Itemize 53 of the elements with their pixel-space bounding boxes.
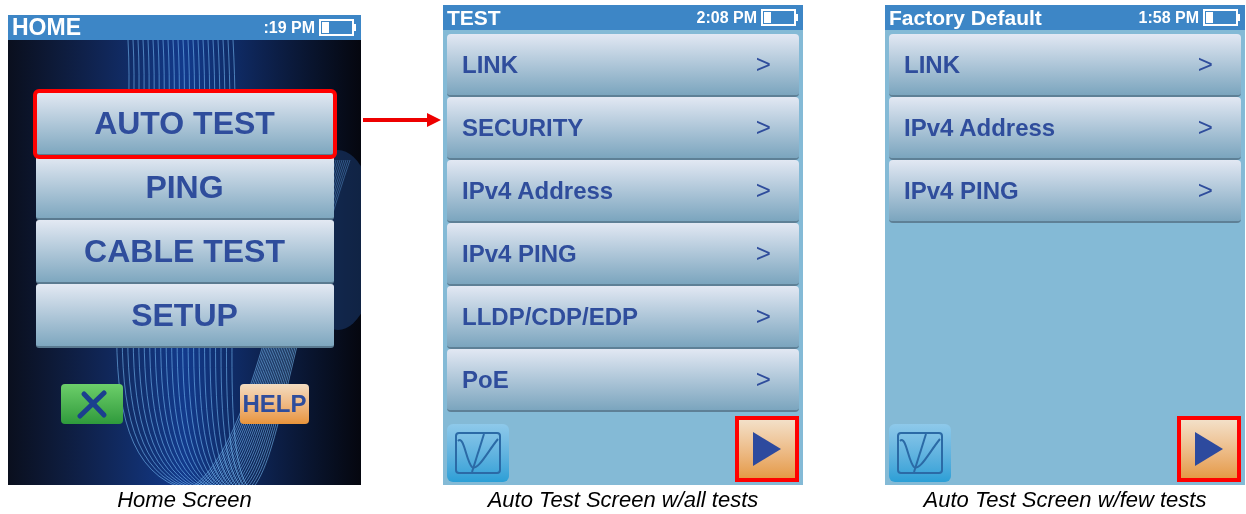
menu-button[interactable]: CABLE TEST (35, 220, 334, 284)
screen-caption: Auto Test Screen w/few tests (923, 486, 1207, 514)
screen-caption: Auto Test Screen w/all tests (487, 486, 759, 514)
screen-title: HOME (12, 16, 81, 39)
screen-title: TEST (447, 7, 501, 28)
help-button[interactable]: HELP (240, 384, 309, 424)
screen-caption: Home Screen (117, 486, 252, 514)
clock-time: 2:08 PM (696, 9, 757, 26)
chevron: > (755, 48, 771, 81)
graph-button[interactable] (889, 424, 951, 482)
test-name: IPv4 PING (904, 175, 1019, 206)
battery-icon (319, 19, 357, 36)
test-list-item[interactable]: IPv4 PING > (889, 160, 1241, 223)
chevron: > (755, 237, 771, 270)
test-list-item[interactable]: PoE > (447, 349, 799, 412)
chevron: > (755, 174, 771, 207)
battery-icon (761, 9, 799, 26)
play-icon (751, 430, 783, 468)
test-name: LINK (462, 49, 518, 80)
test-list-item[interactable]: IPv4 Address > (447, 160, 799, 223)
chevron: > (1197, 174, 1213, 207)
menu-button[interactable]: PING (35, 156, 334, 220)
chevron: > (1197, 111, 1213, 144)
test-name: LLDP/CDP/EDP (462, 301, 638, 332)
graph-icon (896, 431, 944, 475)
test-list-item[interactable]: IPv4 Address > (889, 97, 1241, 160)
play-button[interactable] (1177, 416, 1241, 482)
chevron: > (1197, 48, 1213, 81)
test-name: PoE (462, 364, 509, 395)
test-list-item[interactable]: SECURITY > (447, 97, 799, 160)
battery-icon (1203, 9, 1241, 26)
graph-button[interactable] (447, 424, 509, 482)
test-list-item[interactable]: LINK > (889, 34, 1241, 97)
chevron: > (755, 363, 771, 396)
test-name: IPv4 Address (462, 175, 614, 206)
screen-title: Factory Default (889, 7, 1042, 28)
clock-time: 1:58 PM (1138, 9, 1199, 26)
menu-button[interactable]: SETUP (35, 284, 334, 348)
tools-button[interactable] (60, 384, 123, 424)
play-icon (1193, 430, 1225, 468)
test-name: LINK (904, 49, 960, 80)
test-list-item[interactable]: LINK > (447, 34, 799, 97)
test-name: IPv4 Address (904, 112, 1056, 143)
test-name: SECURITY (462, 112, 584, 143)
clock-time: :19 PM (263, 19, 315, 36)
chevron: > (755, 300, 771, 333)
test-list-item[interactable]: IPv4 PING > (447, 223, 799, 286)
play-button[interactable] (735, 416, 799, 482)
graph-icon (454, 431, 502, 475)
test-name: IPv4 PING (462, 238, 577, 269)
test-list-item[interactable]: LLDP/CDP/EDP > (447, 286, 799, 349)
chevron: > (755, 111, 771, 144)
menu-button[interactable]: AUTO TEST (35, 92, 334, 156)
